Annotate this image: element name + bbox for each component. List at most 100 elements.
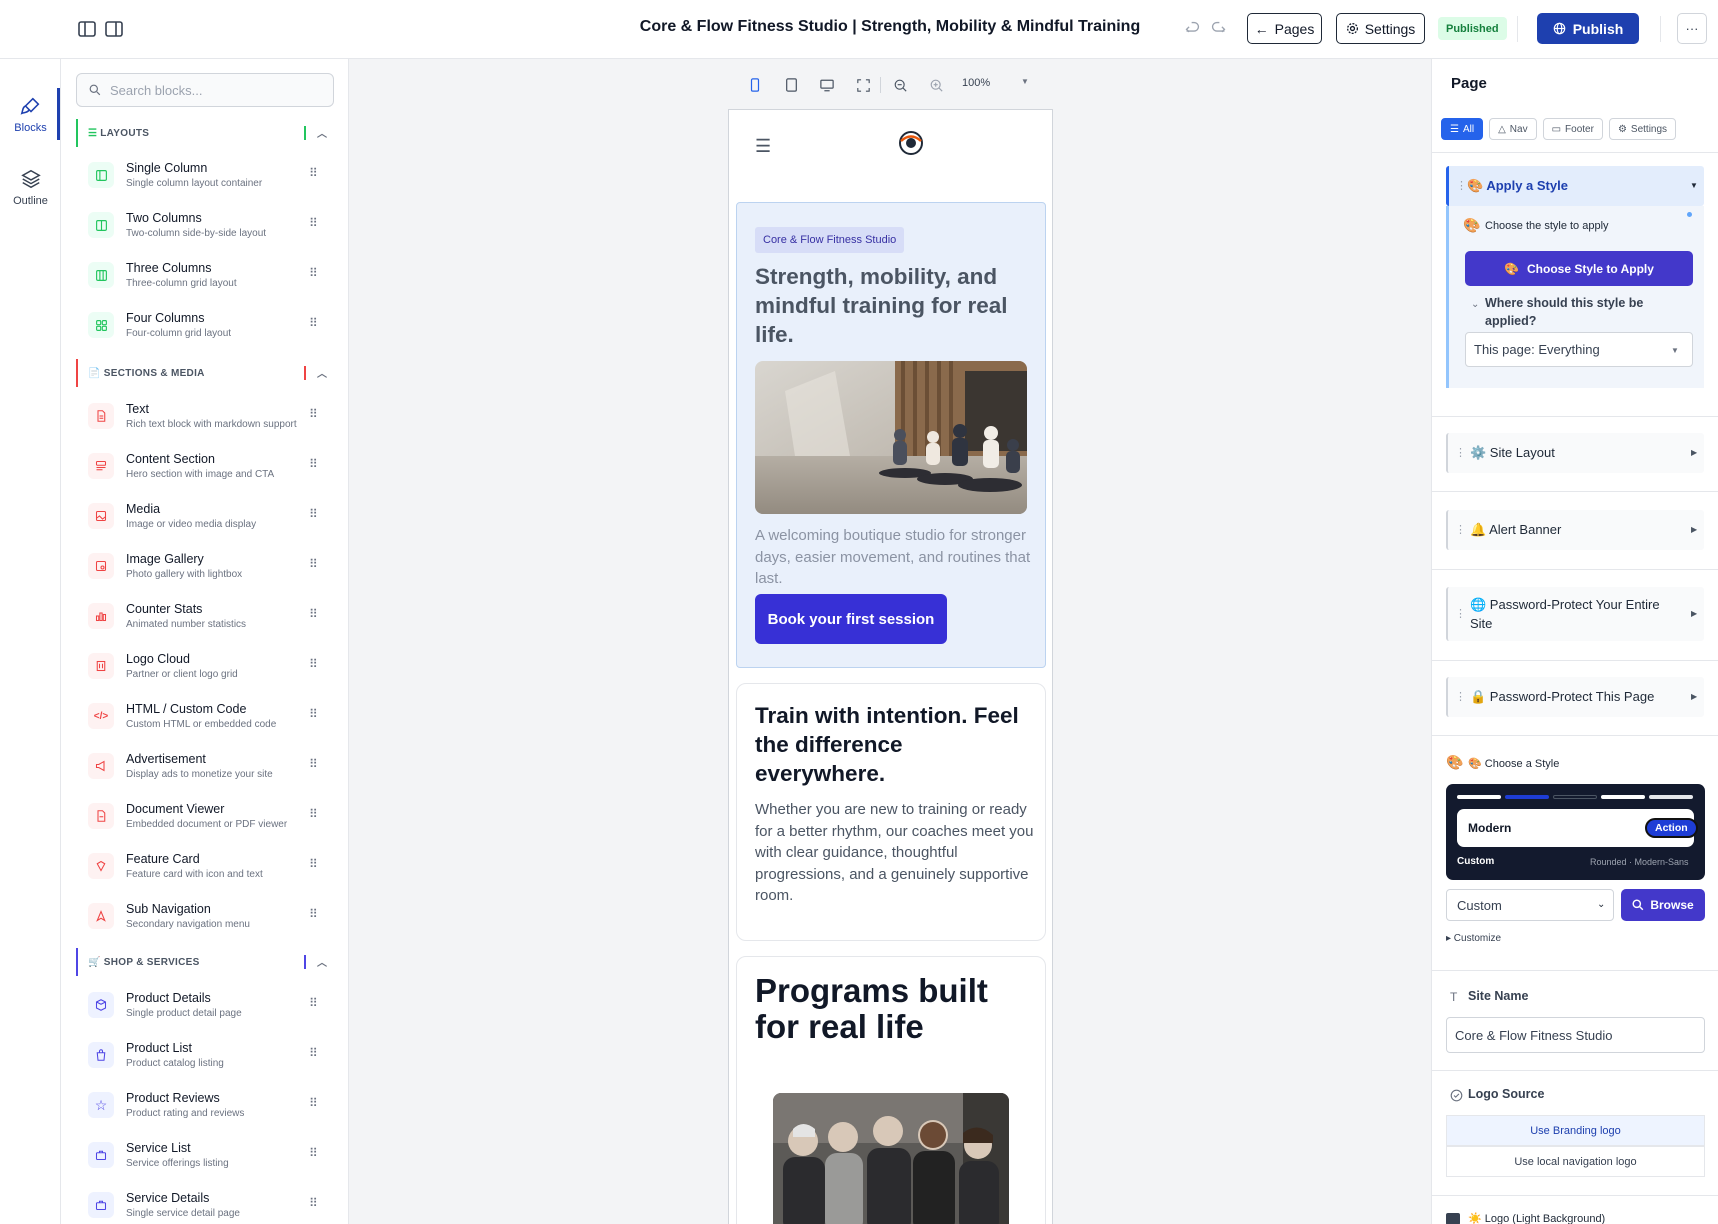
more-icon: ··· (1685, 21, 1699, 36)
drag-handle-icon[interactable]: ⠿ (309, 1096, 318, 1110)
redo-icon[interactable] (1210, 20, 1227, 37)
zoom-out-icon[interactable] (888, 73, 912, 97)
block-item[interactable]: Product Details Single product detail pag… (88, 986, 334, 1030)
block-item[interactable]: Logo Cloud Partner or client logo grid ⠿ (88, 647, 334, 691)
block-item[interactable]: Document Viewer Embedded document or PDF … (88, 797, 334, 841)
block-item[interactable]: Three Columns Three-column grid layout ⠿ (88, 256, 334, 300)
tab-settings[interactable]: ⚙ Settings (1608, 118, 1677, 140)
drag-handle-icon[interactable]: ⠿ (309, 216, 318, 230)
use-branding-logo-option[interactable]: Use Branding logo (1446, 1115, 1705, 1146)
content-card[interactable]: Train with intention. Feel the differenc… (736, 683, 1046, 941)
section-header-shop-services[interactable]: 🛒 SHOP & SERVICES ︿ (76, 948, 334, 976)
tab-nav[interactable]: △ Nav (1489, 118, 1537, 140)
publish-button[interactable]: Publish (1537, 13, 1639, 44)
more-options-button[interactable]: ··· (1677, 13, 1707, 44)
drag-handle-icon[interactable]: ⠿ (309, 607, 318, 621)
drag-handle-icon[interactable]: ⋮ (1455, 446, 1466, 459)
accordion-alert-banner[interactable]: ⋮ 🔔 Alert Banner ▶ (1446, 510, 1704, 550)
block-item[interactable]: Product List Product catalog listing ⠿ (88, 1036, 334, 1080)
card-paragraph: Whether you are new to training or ready… (755, 801, 1034, 904)
drag-handle-icon[interactable]: ⠿ (309, 907, 318, 921)
drag-handle-icon[interactable]: ⠿ (309, 457, 318, 471)
studio-logo[interactable] (896, 128, 926, 158)
drag-handle-icon[interactable]: ⠿ (309, 266, 318, 280)
customize-toggle[interactable]: ▸ Customize (1446, 933, 1501, 944)
accordion-apply-style[interactable]: ⋮ 🎨 Apply a Style ▼ (1446, 166, 1704, 206)
divider (1432, 569, 1718, 570)
drag-handle-icon[interactable]: ⠿ (309, 996, 318, 1010)
block-item[interactable]: Service Details Single service detail pag… (88, 1186, 334, 1224)
drag-handle-icon[interactable]: ⠿ (309, 757, 318, 771)
drag-handle-icon[interactable]: ⠿ (309, 657, 318, 671)
drag-handle-icon[interactable]: ⠿ (309, 407, 318, 421)
mobile-view-icon[interactable] (743, 73, 767, 97)
use-local-logo-option[interactable]: Use local navigation logo (1446, 1146, 1705, 1177)
block-item[interactable]: Single Column Single column layout contai… (88, 156, 334, 200)
programs-card[interactable]: Programs built for real life (736, 956, 1046, 1224)
drag-handle-icon[interactable]: ⠿ (309, 807, 318, 821)
choose-style-button[interactable]: 🎨 Choose Style to Apply (1465, 251, 1693, 286)
block-item[interactable]: ☆ Product Reviews Product rating and revie… (88, 1086, 334, 1130)
settings-button[interactable]: Settings (1336, 13, 1425, 44)
toggle-right-panel-icon[interactable] (104, 19, 124, 39)
divider (1432, 660, 1718, 661)
accordion-password-page[interactable]: ⋮ 🔒 Password-Protect This Page ▶ (1446, 677, 1704, 717)
chevron-down-icon[interactable]: ⌄ (1471, 299, 1479, 310)
block-item[interactable]: Advertisement Display ads to monetize you… (88, 747, 334, 791)
block-item[interactable]: Feature Card Feature card with icon and t… (88, 847, 334, 891)
style-scope-select[interactable]: This page: Everything ▼ (1465, 332, 1693, 367)
zoom-level[interactable]: 100% (962, 77, 990, 89)
arrow-left-icon: ← (1254, 20, 1269, 37)
pages-button[interactable]: ← Pages (1247, 13, 1322, 44)
block-item[interactable]: Four Columns Four-column grid layout ⠿ (88, 306, 334, 350)
drag-handle-icon[interactable]: ⠿ (309, 316, 318, 330)
drag-handle-icon[interactable]: ⠿ (309, 1146, 318, 1160)
rail-item-outline[interactable]: Outline (0, 168, 61, 207)
tab-all[interactable]: ☰ All (1441, 118, 1484, 140)
drag-handle-icon[interactable]: ⠿ (309, 557, 318, 571)
block-item[interactable]: Media Image or video media display ⠿ (88, 497, 334, 541)
fullscreen-icon[interactable] (851, 73, 875, 97)
block-item[interactable]: Image Gallery Photo gallery with lightbox… (88, 547, 334, 591)
tab-footer[interactable]: ▭ Footer (1542, 118, 1603, 140)
drag-handle-icon[interactable]: ⠿ (309, 507, 318, 521)
drag-handle-icon[interactable]: ⠿ (309, 857, 318, 871)
chevron-down-icon[interactable]: ▼ (1021, 77, 1029, 86)
style-select[interactable]: Custom ⌄ (1446, 889, 1614, 921)
accordion-password-site[interactable]: ⋮ 🌐 Password-Protect Your Entire Site ▶ (1446, 587, 1704, 641)
search-blocks-input[interactable]: Search blocks... (76, 73, 334, 107)
drag-handle-icon[interactable]: ⋮ (1456, 179, 1467, 192)
card-heading: Train with intention. Feel the differenc… (755, 703, 1019, 786)
hamburger-menu-icon[interactable]: ☰ (755, 136, 771, 157)
block-item[interactable]: Service List Service offerings listing ⠿ (88, 1136, 334, 1180)
desktop-view-icon[interactable] (815, 73, 839, 97)
block-item[interactable]: Sub Navigation Secondary navigation menu ⠿ (88, 897, 334, 941)
block-item[interactable]: Content Section Hero section with image a… (88, 447, 334, 491)
drag-handle-icon[interactable]: ⋮ (1455, 523, 1466, 536)
rail-item-blocks[interactable]: Blocks (0, 95, 61, 134)
undo-icon[interactable] (1184, 20, 1201, 37)
style-preview-card[interactable]: Modern Action Custom Rounded · Modern-Sa… (1446, 784, 1705, 880)
drag-handle-icon[interactable]: ⠿ (309, 707, 318, 721)
block-item[interactable]: Counter Stats Animated number statistics ⠿ (88, 597, 334, 641)
toggle-left-panel-icon[interactable] (77, 19, 97, 39)
drag-handle-icon[interactable]: ⠿ (309, 1046, 318, 1060)
tablet-view-icon[interactable] (779, 73, 803, 97)
section-header-layouts[interactable]: ☰ LAYOUTS ︿ (76, 119, 334, 147)
section-header-sections-media[interactable]: 📄 SECTIONS & MEDIA ︿ (76, 359, 334, 387)
browse-styles-button[interactable]: Browse (1621, 889, 1705, 921)
drag-handle-icon[interactable]: ⠿ (309, 1196, 318, 1210)
accordion-site-layout[interactable]: ⋮ ⚙️ Site Layout ▶ (1446, 433, 1704, 473)
block-item[interactable]: </> HTML / Custom Code Custom HTML or embe… (88, 697, 334, 741)
gallery-icon (88, 553, 114, 579)
block-item[interactable]: Two Columns Two-column side-by-side layou… (88, 206, 334, 250)
book-session-button[interactable]: Book your first session (755, 594, 947, 644)
drag-handle-icon[interactable]: ⋮ (1455, 607, 1466, 620)
drag-handle-icon[interactable]: ⋮ (1455, 690, 1466, 703)
zoom-in-icon[interactable] (924, 73, 948, 97)
hero-section[interactable]: Core & Flow Fitness Studio Strength, mob… (736, 202, 1046, 668)
star-icon: ☆ (88, 1092, 114, 1118)
block-item[interactable]: Text Rich text block with markdown suppor… (88, 397, 334, 441)
site-name-input[interactable]: Core & Flow Fitness Studio (1446, 1017, 1705, 1053)
drag-handle-icon[interactable]: ⠿ (309, 166, 318, 180)
